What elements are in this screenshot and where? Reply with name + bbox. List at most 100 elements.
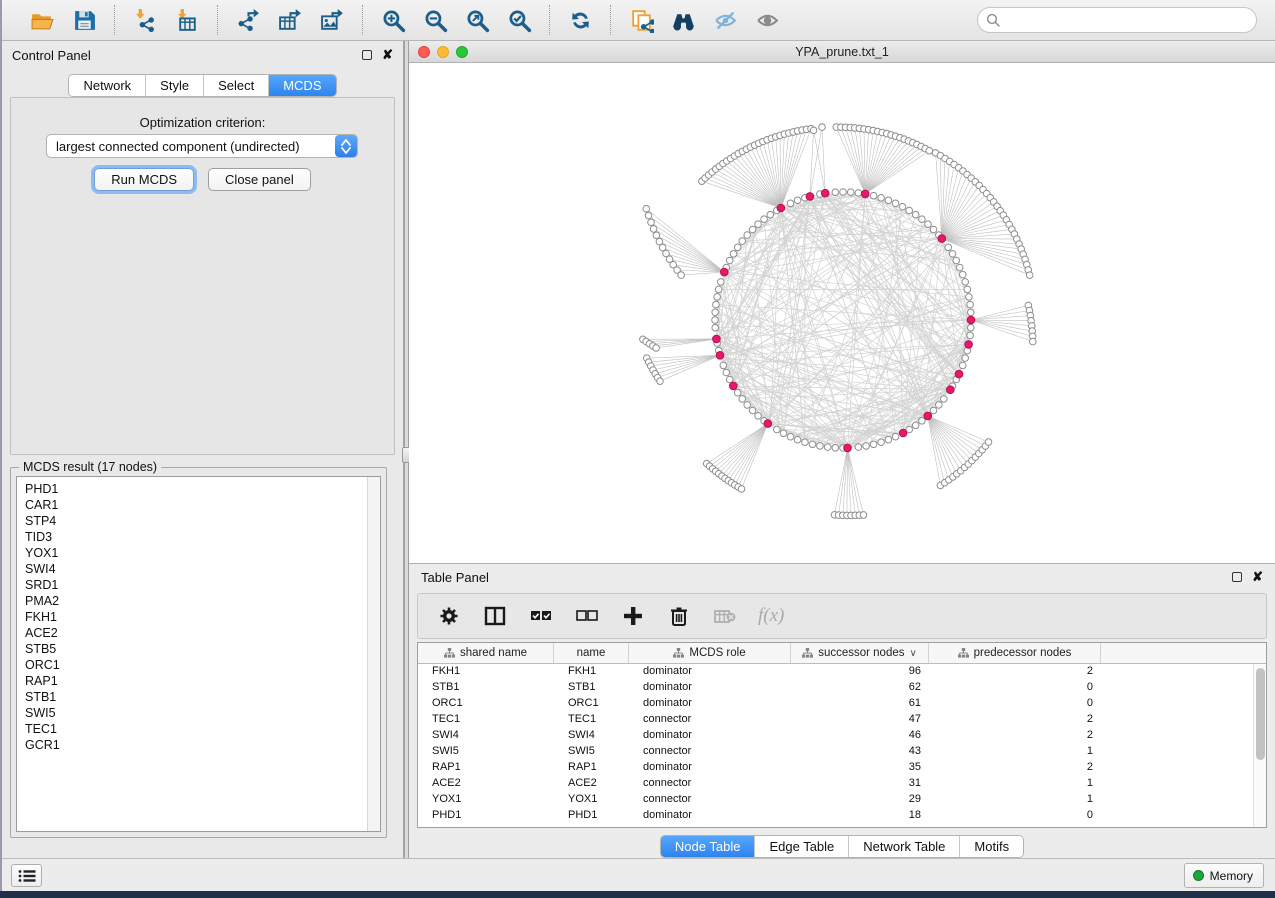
close-panel-icon[interactable]: ✘ bbox=[382, 50, 393, 60]
table-row[interactable]: FKH1FKH1dominator962 bbox=[418, 664, 1266, 680]
import-table-icon[interactable] bbox=[173, 6, 201, 34]
tab-motifs[interactable]: Motifs bbox=[960, 836, 1023, 857]
result-node[interactable]: TEC1 bbox=[25, 721, 380, 737]
tab-select[interactable]: Select bbox=[204, 75, 269, 96]
result-node[interactable]: TID3 bbox=[25, 529, 380, 545]
table-row[interactable]: YOX1YOX1connector291 bbox=[418, 792, 1266, 808]
mcds-panel: Optimization criterion: largest connecte… bbox=[10, 97, 395, 455]
cell-successor_nodes: 62 bbox=[791, 680, 929, 696]
cell-shared_name: ACE2 bbox=[418, 776, 554, 792]
result-scrollbar[interactable] bbox=[367, 477, 380, 831]
close-panel-button[interactable]: Close panel bbox=[208, 168, 311, 191]
result-node[interactable]: ACE2 bbox=[25, 625, 380, 641]
export-table-icon[interactable] bbox=[276, 6, 304, 34]
table-row[interactable]: ORC1ORC1dominator610 bbox=[418, 696, 1266, 712]
column-header-shared_name[interactable]: shared name bbox=[418, 643, 554, 663]
result-node[interactable]: STP4 bbox=[25, 513, 380, 529]
cell-mcds_role: connector bbox=[629, 744, 791, 760]
result-node[interactable]: PMA2 bbox=[25, 593, 380, 609]
zoom-in-icon[interactable] bbox=[379, 6, 407, 34]
float-table-panel-icon[interactable] bbox=[1232, 572, 1242, 582]
table-row[interactable]: STB1STB1dominator620 bbox=[418, 680, 1266, 696]
optimization-criterion-select[interactable]: largest connected component (undirected) bbox=[46, 134, 358, 158]
result-node[interactable]: FKH1 bbox=[25, 609, 380, 625]
network-canvas[interactable] bbox=[409, 63, 1275, 562]
tab-mcds[interactable]: MCDS bbox=[269, 75, 335, 96]
import-network-icon[interactable] bbox=[131, 6, 159, 34]
table-panel-title: Table Panel bbox=[421, 570, 489, 585]
tab-network[interactable]: Network bbox=[69, 75, 146, 96]
table-toolbar: f(x) bbox=[417, 593, 1267, 639]
delete-icon[interactable] bbox=[666, 603, 692, 629]
result-node[interactable]: STB1 bbox=[25, 689, 380, 705]
result-node[interactable]: YOX1 bbox=[25, 545, 380, 561]
tab-style[interactable]: Style bbox=[146, 75, 204, 96]
hide-glasses-icon[interactable] bbox=[711, 6, 739, 34]
cell-name: YOX1 bbox=[554, 792, 629, 808]
tab-network-table[interactable]: Network Table bbox=[849, 836, 960, 857]
columns-icon[interactable] bbox=[482, 603, 508, 629]
result-node[interactable]: SRD1 bbox=[25, 577, 380, 593]
gear-icon[interactable] bbox=[436, 603, 462, 629]
cell-successor_nodes: 46 bbox=[791, 728, 929, 744]
mcds-result-list[interactable]: PHD1CAR1STP4TID3YOX1SWI4SRD1PMA2FKH1ACE2… bbox=[16, 476, 381, 832]
tab-node-table[interactable]: Node Table bbox=[661, 836, 756, 857]
task-history-button[interactable] bbox=[11, 864, 42, 887]
table-row[interactable]: RAP1RAP1dominator352 bbox=[418, 760, 1266, 776]
select-all-icon[interactable] bbox=[528, 603, 554, 629]
table-panel: Table Panel ✘ f(x) shared namenameMCDS r… bbox=[409, 563, 1275, 858]
column-header-successor_nodes[interactable]: successor nodes∨ bbox=[791, 643, 929, 663]
table-scrollbar-thumb[interactable] bbox=[1256, 668, 1265, 760]
cell-shared_name: SWI4 bbox=[418, 728, 554, 744]
cell-name: RAP1 bbox=[554, 760, 629, 776]
zoom-fit-icon[interactable] bbox=[463, 6, 491, 34]
clone-network-icon[interactable] bbox=[627, 6, 655, 34]
optimization-criterion-label: Optimization criterion: bbox=[11, 115, 394, 130]
result-node[interactable]: CAR1 bbox=[25, 497, 380, 513]
table-row[interactable]: SWI4SWI4dominator462 bbox=[418, 728, 1266, 744]
column-header-name[interactable]: name bbox=[554, 643, 629, 663]
show-eye-icon[interactable] bbox=[753, 6, 781, 34]
open-folder-icon[interactable] bbox=[28, 6, 56, 34]
run-mcds-button[interactable]: Run MCDS bbox=[94, 168, 194, 191]
refresh-icon[interactable] bbox=[566, 6, 594, 34]
column-header-mcds_role[interactable]: MCDS role bbox=[629, 643, 791, 663]
float-panel-icon[interactable] bbox=[362, 50, 372, 60]
search-input[interactable] bbox=[977, 7, 1257, 33]
export-network-icon[interactable] bbox=[234, 6, 262, 34]
network-titlebar: YPA_prune.txt_1 bbox=[409, 41, 1275, 63]
table-row[interactable]: PHD1PHD1dominator180 bbox=[418, 808, 1266, 824]
mcds-result-title: MCDS result (17 nodes) bbox=[19, 460, 161, 474]
cell-shared_name: STB1 bbox=[418, 680, 554, 696]
cell-shared_name: SWI5 bbox=[418, 744, 554, 760]
result-node[interactable]: STB5 bbox=[25, 641, 380, 657]
cell-mcds_role: dominator bbox=[629, 808, 791, 824]
deselect-all-icon[interactable] bbox=[574, 603, 600, 629]
node-table[interactable]: shared namenameMCDS rolesuccessor nodes∨… bbox=[417, 642, 1267, 828]
table-header-row: shared namenameMCDS rolesuccessor nodes∨… bbox=[418, 643, 1266, 664]
result-node[interactable]: PHD1 bbox=[25, 481, 380, 497]
delete-table-icon bbox=[712, 603, 738, 629]
table-row[interactable]: ACE2ACE2connector311 bbox=[418, 776, 1266, 792]
table-row[interactable]: TEC1TEC1connector472 bbox=[418, 712, 1266, 728]
add-icon[interactable] bbox=[620, 603, 646, 629]
network-title: YPA_prune.txt_1 bbox=[409, 45, 1275, 59]
zoom-selected-icon[interactable] bbox=[505, 6, 533, 34]
cell-name: ACE2 bbox=[554, 776, 629, 792]
result-node[interactable]: ORC1 bbox=[25, 657, 380, 673]
table-row[interactable]: SWI5SWI5connector431 bbox=[418, 744, 1266, 760]
cell-mcds_role: dominator bbox=[629, 728, 791, 744]
result-node[interactable]: SWI4 bbox=[25, 561, 380, 577]
memory-button[interactable]: Memory bbox=[1184, 863, 1264, 888]
close-table-panel-icon[interactable]: ✘ bbox=[1252, 572, 1263, 582]
export-image-icon[interactable] bbox=[318, 6, 346, 34]
tab-edge-table[interactable]: Edge Table bbox=[755, 836, 849, 857]
zoom-out-icon[interactable] bbox=[421, 6, 449, 34]
table-scrollbar[interactable] bbox=[1253, 664, 1266, 827]
result-node[interactable]: RAP1 bbox=[25, 673, 380, 689]
column-header-predecessor_nodes[interactable]: predecessor nodes bbox=[929, 643, 1101, 663]
binoculars-icon[interactable] bbox=[669, 6, 697, 34]
save-icon[interactable] bbox=[70, 6, 98, 34]
result-node[interactable]: GCR1 bbox=[25, 737, 380, 753]
result-node[interactable]: SWI5 bbox=[25, 705, 380, 721]
